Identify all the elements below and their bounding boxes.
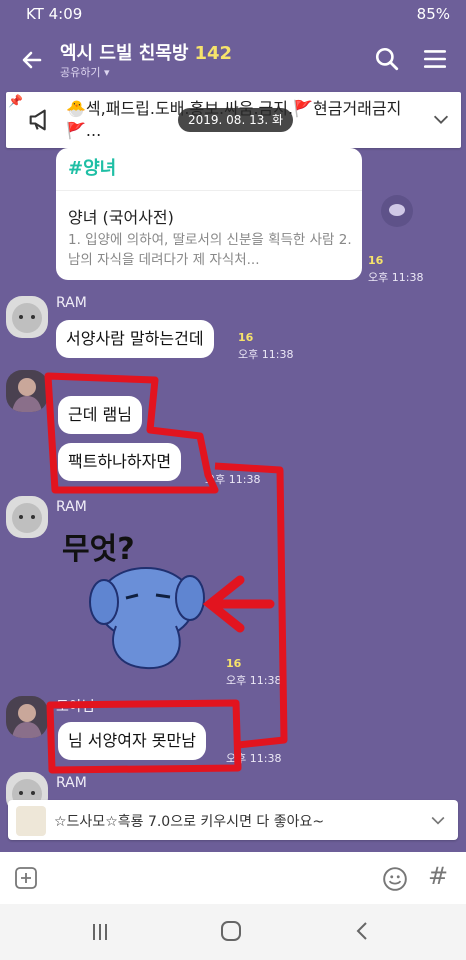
carrier-time: KT 4:09: [26, 5, 83, 23]
sender-name: RAM: [56, 499, 87, 515]
card-title: 양녀 (국어사전): [68, 208, 174, 227]
promo-banner[interactable]: ☆드사모☆흑룡 7.0으로 키우시면 다 좋아요~: [8, 800, 458, 840]
message-bubble[interactable]: 님 서양여자 못만남: [58, 722, 206, 760]
message-time: 오후 11:38: [226, 674, 282, 687]
system-nav-bar: [0, 904, 466, 960]
room-name: 엑시 드빌 친목방: [60, 43, 189, 64]
card-tag: #양녀: [68, 158, 117, 179]
avatar[interactable]: [6, 696, 48, 738]
chat-bubble-icon: [389, 204, 405, 216]
back-nav-icon[interactable]: [352, 920, 372, 942]
promo-thumbnail: [16, 806, 46, 836]
share-link[interactable]: 공유하기 ▾: [60, 64, 110, 80]
message-time: 오후 11:38: [368, 271, 424, 284]
card-description: 1. 입양에 의하여, 딸로서의 신분을 획득한 사람 2. 남의 자식을 데려…: [68, 232, 352, 268]
dog-sticker-icon[interactable]: [84, 556, 214, 676]
sender-name: RAM: [56, 775, 87, 791]
member-count: 142: [194, 43, 233, 64]
ram-avatar-icon: [12, 303, 42, 333]
message-bubble[interactable]: 서양사람 말하는건데: [56, 320, 214, 358]
message-bubble[interactable]: 근데 램님: [58, 396, 142, 434]
avatar[interactable]: [6, 370, 48, 412]
avatar[interactable]: [6, 496, 48, 538]
chat-title: 엑시 드빌 친목방 142: [60, 39, 232, 65]
dictionary-card[interactable]: #양녀 양녀 (국어사전) 1. 입양에 의하여, 딸로서의 신분을 획득한 사…: [56, 148, 362, 280]
promo-text: ☆드사모☆흑룡 7.0으로 키우시면 다 좋아요~: [54, 814, 325, 830]
card-divider: [56, 190, 362, 191]
emoji-icon[interactable]: [382, 866, 408, 892]
share-button[interactable]: [381, 195, 413, 227]
message-bubble[interactable]: 팩트하나하자면: [58, 443, 182, 481]
message-input-bar: #: [0, 852, 466, 904]
user-avatar-icon: [12, 378, 42, 412]
battery-level: 85%: [416, 5, 450, 23]
sender-name: RAM: [56, 295, 87, 311]
search-icon[interactable]: [374, 46, 400, 72]
sender-name: 토야님: [56, 699, 95, 715]
megaphone-icon: [29, 109, 46, 131]
menu-icon[interactable]: [422, 46, 448, 72]
avatar[interactable]: [6, 296, 48, 338]
message-time: 오후 11:38: [238, 348, 294, 361]
message-time: 오후 11:38: [205, 473, 261, 486]
back-arrow-icon[interactable]: [20, 48, 44, 72]
pin-icon: 📌: [8, 94, 23, 108]
chevron-down-icon[interactable]: [428, 810, 448, 830]
unread-count: 16: [238, 331, 254, 344]
unread-count: 16: [226, 657, 242, 670]
home-icon[interactable]: [220, 920, 242, 942]
message-time: 오후 11:38: [226, 752, 282, 765]
status-bar: KT 4:09 85%: [0, 0, 466, 28]
unread-count: 16: [368, 254, 384, 267]
recent-apps-icon[interactable]: [90, 922, 110, 942]
date-divider: 2019. 08. 13. 화: [178, 108, 294, 132]
user-avatar-icon: [12, 704, 42, 738]
add-attachment-icon[interactable]: [14, 866, 38, 890]
hashtag-button[interactable]: #: [428, 862, 448, 890]
chevron-down-icon[interactable]: [430, 108, 452, 130]
ram-avatar-icon: [12, 503, 42, 533]
app-bar: 엑시 드빌 친목방 142 공유하기 ▾: [0, 28, 466, 90]
